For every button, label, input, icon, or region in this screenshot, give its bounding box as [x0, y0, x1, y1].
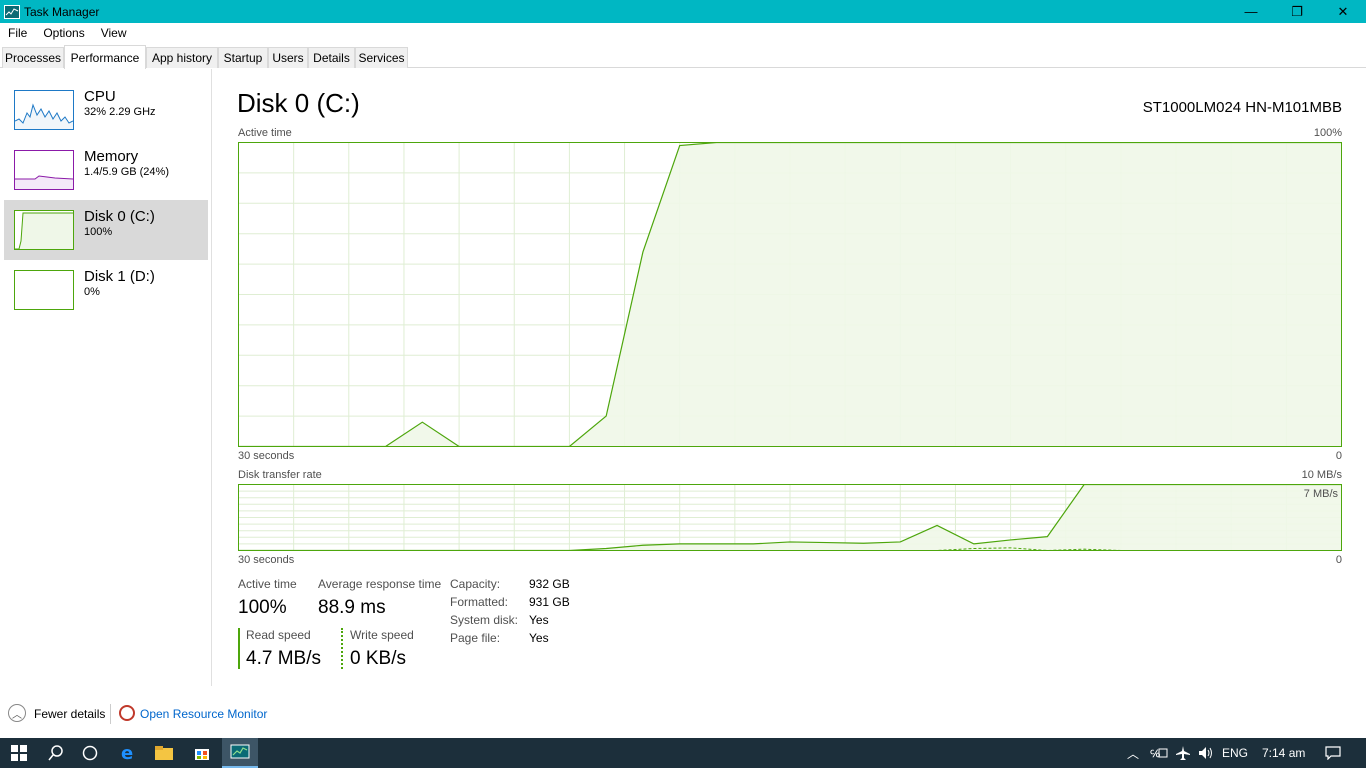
system-disk-value: Yes [529, 613, 549, 627]
volume-icon[interactable] [1196, 738, 1216, 768]
file-explorer-icon[interactable] [146, 738, 182, 768]
sidebar-item-disk-0[interactable]: Disk 0 (C:) 100% [4, 200, 208, 260]
tab-app-history[interactable]: App history [146, 47, 218, 68]
system-disk-label: System disk: [450, 613, 519, 627]
sidebar-item-cpu[interactable]: CPU 32% 2.29 GHz [4, 80, 208, 140]
sidebar-item-memory[interactable]: Memory 1.4/5.9 GB (24%) [4, 140, 208, 200]
sidebar-disk1-name: Disk 1 (D:) [84, 268, 155, 285]
write-speed-value: 0 KB/s [350, 648, 406, 669]
language-indicator[interactable]: ENG [1222, 738, 1248, 768]
taskbar: e ︿ ℅ ENG 7:14 am [0, 738, 1366, 768]
restore-button[interactable]: ❐ [1274, 0, 1320, 23]
title-bar: Task Manager — ❐ ✕ [0, 0, 1366, 23]
menu-bar: File Options View [0, 23, 1366, 43]
active-time-chart-label: Active time [238, 127, 292, 139]
footer: ︿ Fewer details Open Resource Monitor [0, 700, 1366, 728]
footer-divider [110, 704, 111, 724]
active-time-time-label: 30 seconds [238, 450, 295, 462]
sidebar-cpu-sub: 32% 2.29 GHz [84, 106, 156, 118]
menu-options[interactable]: Options [35, 26, 92, 40]
show-hidden-icons-chevron-icon[interactable]: ︿ [1124, 738, 1142, 768]
airplane-mode-icon[interactable] [1172, 738, 1194, 768]
disk1-thumbnail [14, 270, 74, 310]
action-center-icon[interactable] [1322, 738, 1344, 768]
sidebar-item-disk-1[interactable]: Disk 1 (D:) 0% [4, 260, 208, 320]
transfer-rate-chart-label: Disk transfer rate [238, 469, 322, 481]
transfer-rate-time-label: 30 seconds [238, 554, 295, 566]
tab-startup[interactable]: Startup [218, 47, 268, 68]
sidebar-disk1-sub: 0% [84, 286, 100, 298]
disk-model: ST1000LM024 HN-M101MBB [1142, 99, 1342, 116]
close-button[interactable]: ✕ [1320, 0, 1366, 23]
task-view-icon[interactable] [72, 738, 108, 768]
input-indicator-icon[interactable]: ℅ [1148, 738, 1170, 768]
sidebar-disk0-sub: 100% [84, 226, 113, 238]
disk0-thumbnail [14, 210, 74, 250]
tab-services[interactable]: Services [355, 47, 408, 68]
task-manager-taskbar-icon[interactable] [222, 738, 258, 768]
resource-monitor-icon[interactable] [119, 705, 135, 721]
page-file-label: Page file: [450, 631, 501, 645]
transfer-rate-max-label: 10 MB/s [1301, 469, 1342, 481]
task-manager-icon [4, 4, 20, 19]
tab-users[interactable]: Users [268, 47, 308, 68]
edge-browser-icon[interactable]: e [110, 738, 146, 768]
tab-details[interactable]: Details [308, 47, 355, 68]
memory-thumbnail [14, 150, 74, 190]
performance-sidebar: CPU 32% 2.29 GHz Memory 1.4/5.9 GB (24%)… [0, 69, 212, 686]
active-time-min-label: 0 [1335, 450, 1342, 462]
sidebar-disk0-name: Disk 0 (C:) [84, 208, 155, 225]
tab-performance[interactable]: Performance [64, 45, 146, 69]
tab-processes[interactable]: Processes [2, 47, 64, 68]
menu-file[interactable]: File [0, 26, 35, 40]
transfer-rate-min-label: 0 [1335, 554, 1342, 566]
formatted-label: Formatted: [450, 595, 509, 609]
write-speed-legend-bar [341, 628, 343, 669]
active-time-chart [238, 142, 1342, 447]
active-time-stat-label: Active time [238, 577, 297, 591]
menu-view[interactable]: View [93, 26, 135, 40]
page-file-value: Yes [529, 631, 549, 645]
window-title: Task Manager [24, 4, 100, 19]
clock[interactable]: 7:14 am [1262, 738, 1305, 768]
write-speed-label: Write speed [350, 628, 414, 642]
sidebar-memory-sub: 1.4/5.9 GB (24%) [84, 166, 169, 178]
capacity-value: 932 GB [529, 577, 570, 591]
formatted-value: 931 GB [529, 595, 570, 609]
read-speed-label: Read speed [246, 628, 311, 642]
avg-response-label: Average response time [318, 577, 442, 591]
transfer-rate-secondary-label: 7 MB/s [1303, 488, 1338, 500]
active-time-stat-value: 100% [238, 597, 287, 618]
tab-strip: Processes Performance App history Startu… [0, 45, 1366, 69]
fewer-details-link[interactable]: Fewer details [34, 707, 105, 721]
minimize-button[interactable]: — [1228, 0, 1274, 23]
sidebar-memory-name: Memory [84, 148, 139, 165]
transfer-rate-chart [238, 484, 1342, 551]
svg-text:e: e [121, 744, 133, 762]
active-time-max-label: 100% [1313, 127, 1342, 139]
capacity-label: Capacity: [450, 577, 501, 591]
read-speed-value: 4.7 MB/s [246, 648, 321, 669]
store-icon[interactable] [184, 738, 220, 768]
read-speed-legend-bar [238, 628, 240, 669]
search-icon[interactable] [38, 738, 74, 768]
sidebar-cpu-name: CPU [84, 88, 116, 105]
chevron-up-icon[interactable]: ︿ [8, 704, 26, 722]
disk-title: Disk 0 (C:) [237, 88, 360, 118]
avg-response-value: 88.9 ms [318, 597, 386, 618]
cpu-thumbnail [14, 90, 74, 130]
open-resource-monitor-link[interactable]: Open Resource Monitor [140, 707, 267, 721]
start-windows-icon[interactable] [0, 738, 38, 768]
